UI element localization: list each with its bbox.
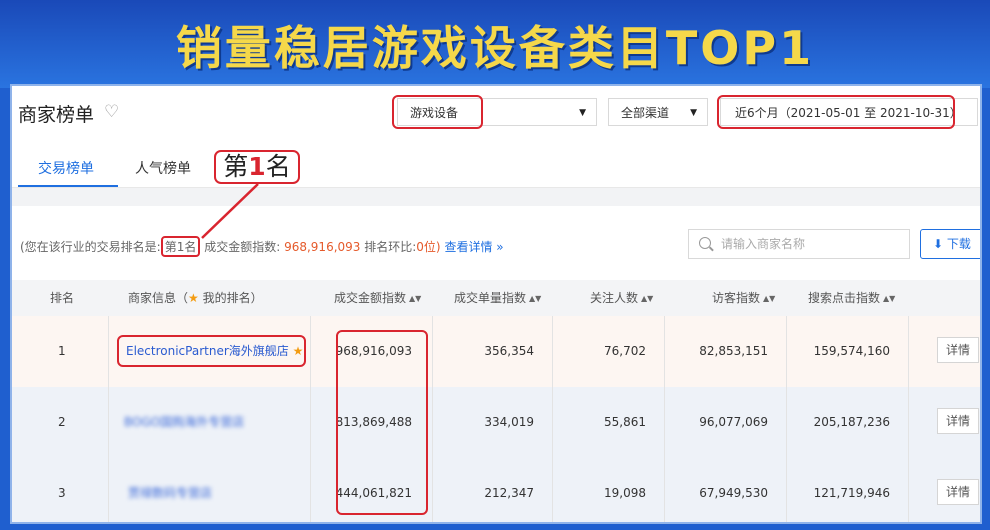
column-divider [432,316,433,387]
sort-icon[interactable]: ▲▼ [529,294,541,303]
section-gap [12,188,980,206]
detail-button[interactable]: 详情 [937,479,979,505]
visitors-cell: 96,077,069 [699,415,768,429]
column-divider [908,387,909,458]
visitors-cell: 82,853,151 [699,344,768,358]
column-divider [786,387,787,458]
search-icon [699,237,711,249]
orders-cell: 356,354 [484,344,534,358]
view-details-link[interactable]: 查看详情 » [444,240,503,254]
col-search-clicks[interactable]: 搜索点击指数 ▲▼ [808,280,895,316]
highlight-merchant [117,335,306,367]
table-row: 3 贾禄数码专营店 444,061,821 212,347 19,098 67,… [12,458,980,522]
column-divider [908,316,909,387]
col-merchant: 商家信息（★ 我的排名） [128,291,263,305]
column-divider [664,316,665,387]
orders-cell: 212,347 [484,486,534,500]
promo-banner: 销量稳居游戏设备类目TOP1 [0,0,990,88]
column-divider [552,458,553,522]
orders-cell: 334,019 [484,415,534,429]
sort-icon[interactable]: ▲▼ [641,294,653,303]
merchant-ranking-panel: 商家榜单 ♡ 游戏设备 ▼ 全部渠道 ▼ 近6个月（2021-05-01 至 2… [10,84,982,524]
tab-popularity-ranking[interactable]: 人气榜单 [135,158,191,178]
search-clicks-cell: 159,574,160 [813,344,890,358]
col-amount[interactable]: 成交金额指数 ▲▼ [334,280,421,316]
channel-select[interactable]: 全部渠道 ▼ [608,98,708,126]
rank-badge: 第1名 [160,236,201,257]
column-divider [786,316,787,387]
column-divider [432,458,433,522]
highlight-category [392,95,483,129]
sort-icon[interactable]: ▲▼ [883,294,895,303]
download-icon: ⬇ [933,237,944,251]
visitors-cell: 67,949,530 [699,486,768,500]
col-visitors[interactable]: 访客指数 ▲▼ [712,280,775,316]
table-row: 2 BOGO国购海外专营店 813,869,488 334,019 55,861… [12,387,980,459]
col-followers[interactable]: 关注人数 ▲▼ [590,280,653,316]
merchant-name-link[interactable]: BOGO国购海外专营店 [124,387,244,458]
caret-down-icon: ▼ [690,108,697,118]
search-placeholder: 请输入商家名称 [721,237,806,251]
search-clicks-cell: 121,719,946 [813,486,890,500]
detail-button[interactable]: 详情 [937,337,979,363]
channel-select-value: 全部渠道 [621,106,670,120]
column-divider [310,316,311,387]
highlight-amount-column [336,330,428,515]
rank-cell: 3 [58,486,66,500]
followers-cell: 19,098 [604,486,646,500]
rank-annotation-label: 第1名 [214,150,300,184]
page-title: 商家榜单 [18,104,95,126]
column-divider [108,458,109,522]
column-divider [786,458,787,522]
highlight-date-range [717,95,955,129]
merchant-search-input[interactable]: 请输入商家名称 [688,229,910,259]
table-header: 排名 商家信息（★ 我的排名） 成交金额指数 ▲▼ 成交单量指数 ▲▼ 关注人数 ▲▼… [12,280,980,316]
sort-icon[interactable]: ▲▼ [763,294,775,303]
detail-button[interactable]: 详情 [937,408,979,434]
column-divider [908,458,909,522]
column-divider [310,458,311,522]
column-divider [552,387,553,458]
column-divider [108,387,109,458]
sort-icon[interactable]: ▲▼ [409,294,421,303]
tab-trade-ranking[interactable]: 交易榜单 [38,158,94,178]
col-orders[interactable]: 成交单量指数 ▲▼ [454,280,541,316]
followers-cell: 76,702 [604,344,646,358]
rank-summary: (您在该行业的交易排名是: 第1名 成交金额指数: 968,916,093 排名环… [20,236,504,257]
download-button[interactable]: ⬇ 下载 [920,229,980,259]
column-divider [432,387,433,458]
rank-cell: 2 [58,415,66,429]
banner-title: 销量稳居游戏设备类目TOP1 [175,21,815,75]
column-divider [664,458,665,522]
column-divider [552,316,553,387]
col-rank: 排名 [50,291,75,305]
column-divider [664,387,665,458]
merchant-name-link[interactable]: 贾禄数码专营店 [128,458,212,522]
rank-cell: 1 [58,344,66,358]
caret-down-icon: ▼ [579,108,586,118]
column-divider [310,387,311,458]
column-divider [108,316,109,387]
search-clicks-cell: 205,187,236 [813,415,890,429]
followers-cell: 55,861 [604,415,646,429]
star-icon: ★ [188,291,199,305]
heart-icon[interactable]: ♡ [104,104,122,121]
